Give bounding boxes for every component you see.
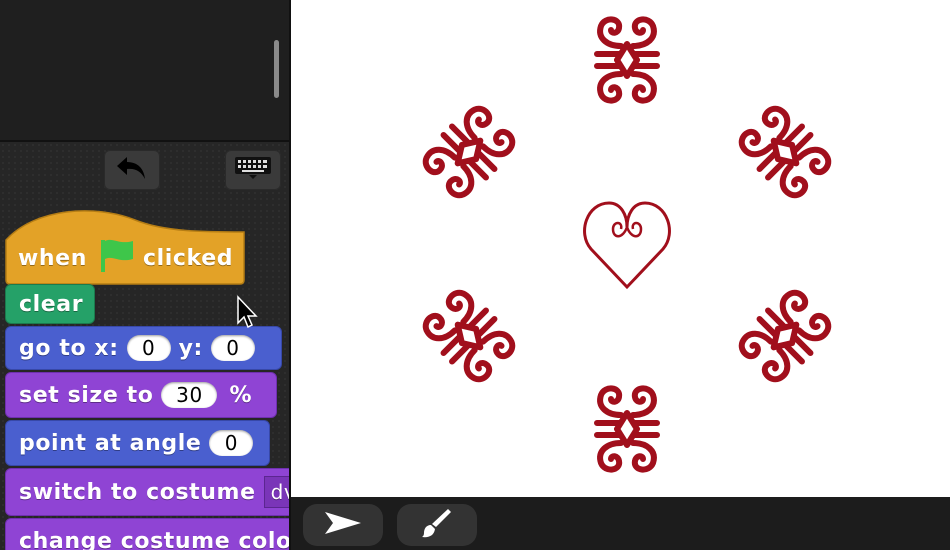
green-flag-icon — [99, 237, 135, 279]
pointer-arrow-icon — [323, 510, 363, 540]
keyboard-icon — [235, 157, 271, 183]
point-at-angle-block[interactable]: point at angle 0 — [5, 420, 270, 466]
y-label: y: — [178, 335, 203, 361]
size-input[interactable]: 30 — [161, 382, 218, 408]
adinkra-drawing — [291, 0, 950, 497]
paint-new-sprite-button[interactable] — [397, 504, 477, 546]
go-to-x-label: go to x: — [19, 335, 119, 361]
clear-label: clear — [19, 291, 84, 317]
adinkra-swirl-icon — [735, 102, 835, 202]
angle-input[interactable]: 0 — [209, 430, 254, 456]
heart-outline-icon — [583, 201, 671, 290]
set-size-block[interactable]: set size to 30 % — [5, 372, 277, 418]
y-input[interactable]: 0 — [210, 335, 255, 361]
stage-toolbar — [291, 497, 950, 550]
adinkra-swirl-icon — [419, 286, 519, 386]
when-label: when — [18, 245, 87, 271]
sprite-arrow-button[interactable] — [303, 504, 383, 546]
change-costume-color-block[interactable]: change costume colo — [5, 518, 290, 550]
adinkra-swirl-icon — [597, 388, 657, 469]
clicked-label: clicked — [142, 245, 234, 271]
switch-costume-block[interactable]: switch to costume dv — [5, 468, 290, 516]
costume-dropdown[interactable]: dv — [263, 476, 290, 508]
keyboard-button[interactable] — [225, 150, 281, 190]
when-flag-clicked-block[interactable]: when clicked — [5, 202, 245, 285]
mouse-cursor-icon — [236, 295, 260, 335]
adinkra-swirl-icon — [735, 286, 835, 386]
clear-block[interactable]: clear — [5, 284, 95, 324]
block-palette[interactable] — [0, 0, 290, 142]
switch-costume-label: switch to costume — [19, 479, 256, 505]
scrollbar-thumb[interactable] — [274, 40, 279, 98]
script-panel: when clicked clear go to x: 0 y: 0 set s… — [0, 0, 290, 550]
point-at-angle-label: point at angle — [19, 430, 202, 456]
percent-label: % — [229, 382, 253, 408]
set-size-label: set size to — [19, 382, 154, 408]
undo-arrow-icon — [115, 155, 149, 185]
adinkra-swirl-icon — [419, 102, 519, 202]
undo-button[interactable] — [104, 150, 160, 190]
adinkra-swirl-icon — [597, 19, 657, 100]
change-costume-color-label: change costume colo — [19, 529, 290, 550]
stage-canvas[interactable] — [291, 0, 950, 497]
palette-scrollbar[interactable] — [274, 12, 279, 112]
x-input[interactable]: 0 — [126, 335, 171, 361]
paintbrush-icon — [422, 507, 452, 543]
